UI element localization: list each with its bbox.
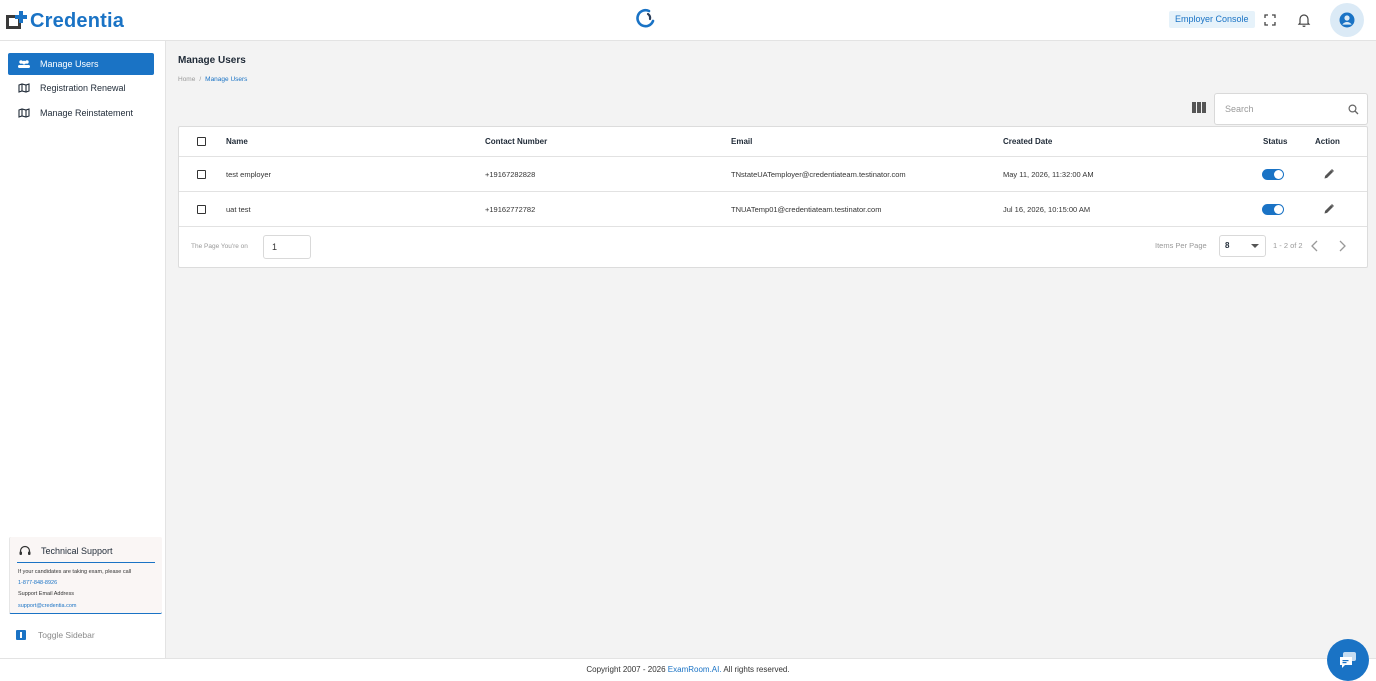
table-row: test employer +19167282828 TNstateUATemp… xyxy=(179,157,1367,192)
fullscreen-icon[interactable] xyxy=(1262,12,1278,28)
search-input[interactable] xyxy=(1225,102,1335,116)
table-header-row: Name Contact Number Email Created Date S… xyxy=(179,127,1367,157)
breadcrumb-current: Manage Users xyxy=(205,76,248,83)
logo-text: Credentia xyxy=(30,9,125,32)
account-avatar-button[interactable] xyxy=(1330,3,1364,37)
headset-icon xyxy=(19,545,31,555)
caret-down-icon xyxy=(1251,244,1259,248)
status-toggle[interactable] xyxy=(1262,203,1284,215)
page-title: Manage Users xyxy=(178,55,246,66)
row-contact: +19162772782 xyxy=(485,204,536,214)
status-toggle[interactable] xyxy=(1262,168,1284,180)
column-header-email[interactable]: Email xyxy=(731,137,752,146)
sidebar-toggle-icon xyxy=(16,630,26,640)
sidebar-item-label: Manage Users xyxy=(40,59,99,69)
search-field[interactable] xyxy=(1214,93,1368,125)
row-checkbox[interactable] xyxy=(197,204,206,214)
row-email: TNstateUATemployer@credentiateam.testina… xyxy=(731,169,906,179)
items-per-page-label: Items Per Page xyxy=(1155,241,1207,250)
search-icon[interactable] xyxy=(1348,104,1359,115)
users-icon xyxy=(16,58,32,70)
map-icon xyxy=(16,82,32,94)
page-number-input[interactable] xyxy=(263,235,311,259)
sidebar-item-manage-reinstatement[interactable]: Manage Reinstatement xyxy=(8,102,154,124)
support-phone-link[interactable]: 1-877-848-8926 xyxy=(18,580,57,586)
support-email-label: Support Email Address xyxy=(18,591,74,597)
examroom-logo-icon xyxy=(636,8,655,28)
row-created-date: May 11, 2026, 11:32:00 AM xyxy=(1003,169,1094,179)
technical-support-card: Technical Support If your candidates are… xyxy=(9,537,162,614)
row-checkbox[interactable] xyxy=(197,169,206,179)
support-note: If your candidates are taking exam, plea… xyxy=(18,569,132,575)
footer-rights: All rights reserved. xyxy=(723,665,790,674)
support-title: Technical Support xyxy=(18,545,113,557)
chevron-left-icon[interactable] xyxy=(1309,239,1321,253)
column-toggle-icon[interactable] xyxy=(1192,102,1206,113)
support-email-link[interactable]: support@credentia.com xyxy=(18,603,76,609)
items-per-page-value: 8 xyxy=(1225,241,1230,250)
breadcrumb-home[interactable]: Home xyxy=(178,76,195,83)
sidebar-item-registration-renewal[interactable]: Registration Renewal xyxy=(8,77,154,99)
pagination-range: 1 - 2 of 2 xyxy=(1273,241,1303,250)
column-header-name[interactable]: Name xyxy=(226,137,248,146)
map-icon xyxy=(16,107,32,119)
table-row: uat test +19162772782 TNUATemp01@credent… xyxy=(179,192,1367,227)
footer-copyright: Copyright 2007 - 2026 xyxy=(586,665,666,674)
toggle-sidebar-button[interactable]: Toggle Sidebar xyxy=(16,630,95,640)
top-header: Credentia Employer Console xyxy=(0,0,1376,41)
row-contact: +19167282828 xyxy=(485,169,536,179)
breadcrumb-separator: / xyxy=(199,76,202,83)
account-circle-icon xyxy=(1339,12,1355,28)
footer: Copyright 2007 - 2026 ExamRoom.AI. All r… xyxy=(0,658,1376,681)
users-table: Name Contact Number Email Created Date S… xyxy=(178,126,1368,268)
employer-console-badge[interactable]: Employer Console xyxy=(1169,11,1255,28)
column-header-created-date[interactable]: Created Date xyxy=(1003,137,1052,146)
select-all-checkbox[interactable] xyxy=(197,137,206,146)
column-header-action: Action xyxy=(1315,137,1340,146)
footer-brand-link[interactable]: ExamRoom.AI. xyxy=(668,665,722,674)
breadcrumb: Home / Manage Users xyxy=(178,76,247,83)
sidebar-item-label: Manage Reinstatement xyxy=(40,108,134,118)
chevron-right-icon[interactable] xyxy=(1336,239,1348,253)
chat-icon xyxy=(1340,652,1356,668)
edit-pencil-icon[interactable] xyxy=(1323,168,1335,180)
bell-icon[interactable] xyxy=(1296,12,1312,28)
items-per-page-select[interactable]: 8 xyxy=(1219,235,1266,257)
edit-pencil-icon[interactable] xyxy=(1323,203,1335,215)
support-divider xyxy=(17,562,155,563)
column-header-status: Status xyxy=(1263,137,1288,146)
sidebar-item-manage-users[interactable]: Manage Users xyxy=(8,53,154,75)
column-header-contact[interactable]: Contact Number xyxy=(485,137,547,146)
pagination-bar: The Page You're on Items Per Page 8 1 - … xyxy=(179,227,1367,267)
chat-button[interactable] xyxy=(1327,639,1369,681)
row-name: test employer xyxy=(226,169,272,179)
row-created-date: Jul 16, 2026, 10:15:00 AM xyxy=(1003,204,1091,214)
page-label: The Page You're on xyxy=(191,243,248,250)
row-name: uat test xyxy=(226,204,251,214)
sidebar: Manage Users Registration Renewal Manage… xyxy=(0,41,166,658)
sidebar-item-label: Registration Renewal xyxy=(40,83,126,93)
row-email: TNUATemp01@credentiateam.testinator.com xyxy=(731,204,882,214)
credentia-logo[interactable]: Credentia xyxy=(6,9,124,33)
credentia-logo-icon xyxy=(6,11,28,31)
